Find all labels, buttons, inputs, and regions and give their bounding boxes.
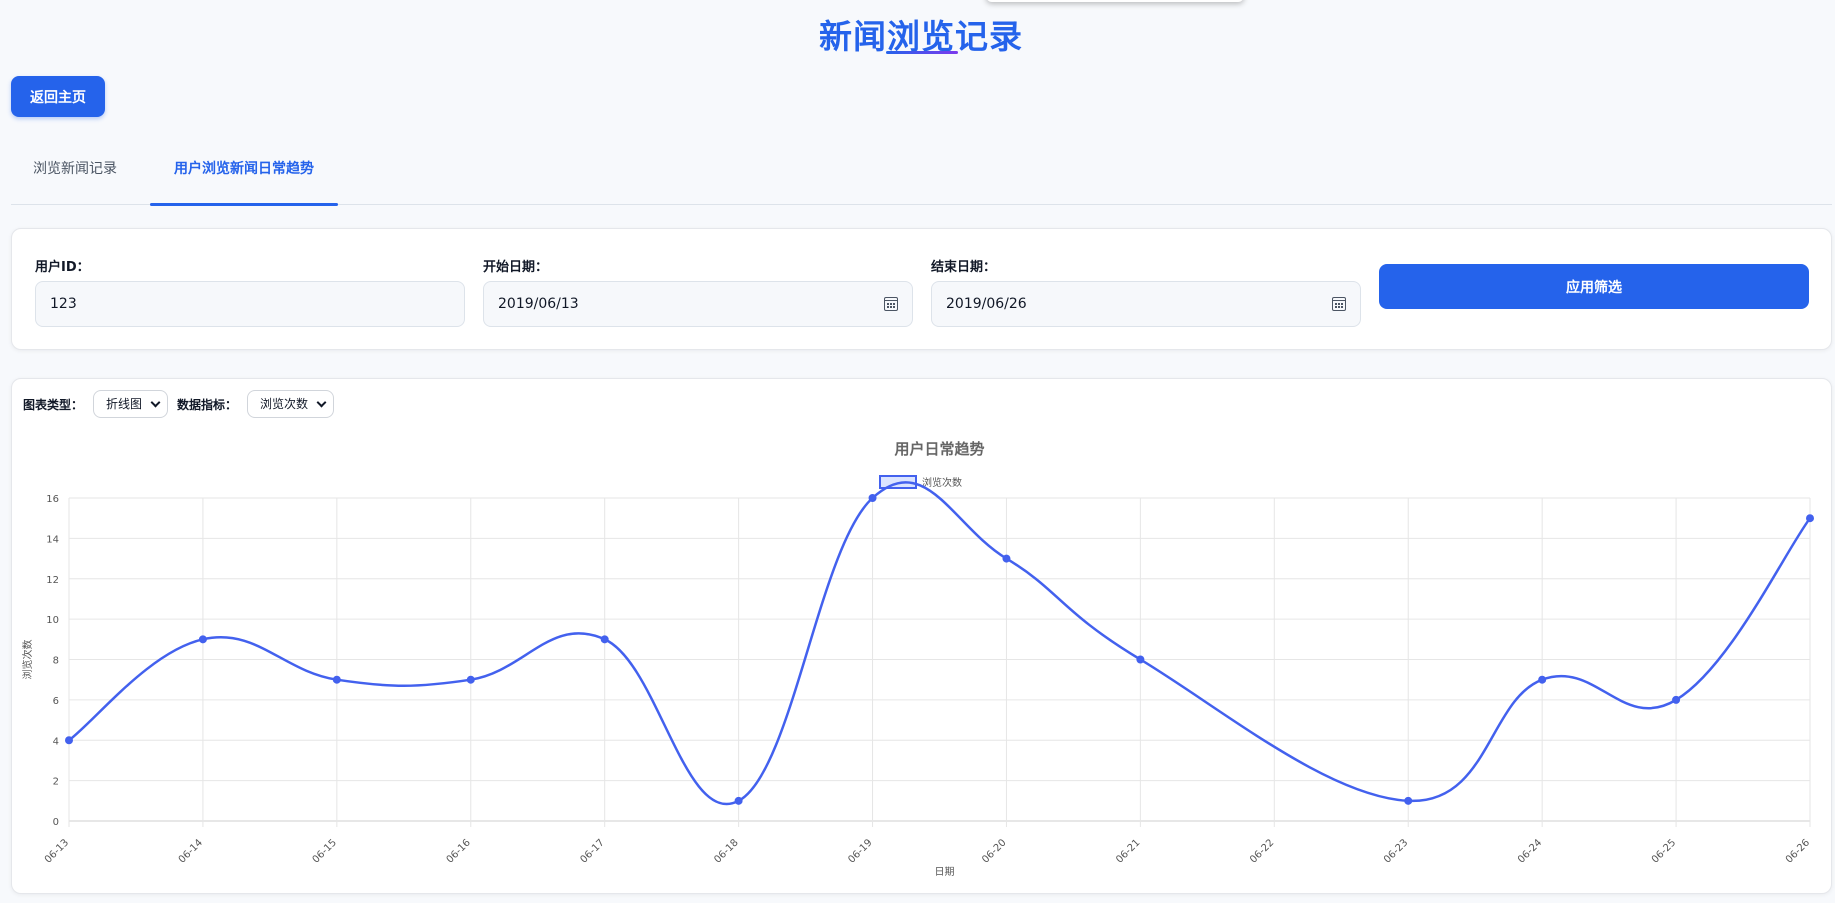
end-date-label: 结束日期：	[931, 260, 997, 275]
data-point	[1806, 514, 1814, 523]
filter-card: 用户ID： 123 开始日期： 2019/06/13 结束日期： 2019/06…	[11, 228, 1832, 350]
x-tick-label: 06-24	[1516, 837, 1544, 865]
y-tick-label: 4	[53, 736, 59, 747]
calendar-icon[interactable]	[1332, 297, 1346, 311]
y-tick-label: 14	[46, 534, 59, 545]
x-tick-label: 06-22	[1248, 837, 1276, 865]
y-tick-label: 2	[53, 777, 59, 788]
y-tick-label: 0	[53, 817, 59, 828]
user-id-label: 用户ID：	[35, 260, 90, 275]
calendar-icon[interactable]	[884, 297, 898, 311]
data-point	[1002, 554, 1011, 563]
start-date-input[interactable]: 2019/06/13	[483, 281, 913, 327]
data-point	[1404, 796, 1413, 805]
data-point	[332, 675, 341, 684]
y-tick-label: 8	[53, 656, 59, 667]
series-line	[68, 481, 1812, 806]
x-tick-label: 06-21	[1114, 837, 1142, 865]
tab-bar: 浏览新闻记录 用户浏览新闻日常趋势	[11, 145, 1832, 206]
data-point	[1136, 655, 1145, 664]
popup-edge	[986, 0, 1244, 2]
data-point	[734, 796, 743, 805]
x-tick-label: 06-14	[177, 837, 205, 865]
data-point	[466, 675, 475, 684]
x-tick-label: 06-23	[1382, 837, 1410, 865]
home-button[interactable]: 返回主页	[11, 76, 105, 117]
y-tick-label: 10	[46, 615, 59, 626]
start-date-value: 2019/06/13	[498, 296, 579, 312]
chart-card: 图表类型： 折线图 数据指标： 浏览次数 用户日常趋势 浏览次数 0 2 4 6 8 10 12…	[11, 378, 1832, 894]
x-axis-title: 日期	[935, 866, 955, 878]
x-tick-label: 06-18	[712, 837, 740, 865]
tab-daily-trend[interactable]: 用户浏览新闻日常趋势	[150, 145, 338, 206]
data-point	[1672, 695, 1681, 704]
title-underline	[886, 51, 958, 54]
data-point	[198, 635, 207, 644]
x-tick-label: 06-20	[980, 837, 1008, 865]
y-axis-title: 浏览次数	[21, 640, 34, 680]
data-point	[868, 494, 877, 502]
x-tick-label: 06-13	[43, 837, 71, 865]
x-tick-label: 06-17	[578, 837, 606, 865]
legend-label: 浏览次数	[922, 476, 962, 489]
data-point	[600, 635, 609, 644]
start-date-label: 开始日期：	[483, 260, 549, 275]
tab-browse-records[interactable]: 浏览新闻记录	[11, 145, 139, 205]
user-id-value: 123	[50, 296, 77, 312]
end-date-input[interactable]: 2019/06/26	[931, 281, 1361, 327]
data-point	[1538, 675, 1547, 684]
y-tick-label: 6	[53, 696, 59, 707]
end-date-value: 2019/06/26	[946, 296, 1027, 312]
x-tick-label: 06-19	[846, 837, 874, 865]
x-tick-label: 06-25	[1650, 837, 1678, 865]
apply-filter-button[interactable]: 应用筛选	[1379, 264, 1809, 309]
data-point	[65, 736, 73, 745]
x-tick-label: 06-16	[445, 837, 473, 865]
x-tick-label: 06-26	[1784, 837, 1812, 865]
y-tick-label: 12	[46, 575, 59, 586]
user-id-input[interactable]: 123	[35, 281, 465, 327]
x-tick-label: 06-15	[311, 837, 339, 865]
trend-chart: 用户日常趋势浏览次数 0 2 4 6 8 10 12 14 16 06-13 06-14 06-15 06…	[21, 440, 1814, 878]
y-tick-label: 16	[46, 494, 59, 505]
chart-title: 用户日常趋势	[894, 440, 984, 458]
